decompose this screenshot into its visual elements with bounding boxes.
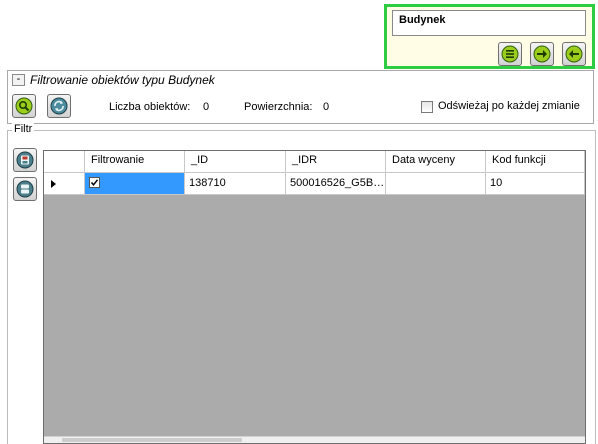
data-grid: Filtrowanie _ID _IDR Data wyceny Kod fun… [43,150,586,444]
filter-group-label: Filtr [12,123,35,135]
previous-button[interactable] [562,42,586,66]
cell-data-wyceny[interactable] [386,173,486,195]
list-button[interactable] [498,42,522,66]
filter-title: Filtrowanie obiektów typu Budynek [30,73,215,87]
check-icon [90,179,99,186]
database-icon [16,180,34,198]
arrow-right-icon [533,45,551,63]
column-header-id[interactable]: _ID [185,151,286,173]
row-selector[interactable] [44,173,85,195]
object-name-text: Budynek [399,14,446,26]
area-label: Powierzchnia: [244,101,313,113]
cell-idr[interactable]: 500016526_G5B… [286,173,386,195]
column-header-data-wyceny[interactable]: Data wyceny [386,151,486,173]
object-name-field[interactable]: Budynek [392,10,586,36]
current-row-icon [51,180,56,188]
next-button[interactable] [530,42,554,66]
count-value: 0 [203,101,210,113]
grid-corner-header [44,151,85,173]
refresh-button[interactable] [47,94,71,118]
refresh-checkbox[interactable] [421,101,433,113]
list-icon [501,45,519,63]
filtrowanie-checkbox[interactable] [89,177,100,188]
refresh-icon [50,97,68,115]
save-icon [16,151,34,169]
scrollbar-thumb[interactable] [62,438,242,442]
column-header-kod-funkcji[interactable]: Kod funkcji [486,151,585,173]
refresh-checkbox-label: Odświeżaj po każdej zmianie [438,100,580,112]
horizontal-scrollbar[interactable] [44,436,585,443]
cell-filtrowanie[interactable] [85,173,185,195]
magnifier-icon [15,97,33,115]
object-panel: Budynek [384,4,595,69]
column-header-idr[interactable]: _IDR [286,151,386,173]
arrow-left-icon [565,45,583,63]
load-filter-button[interactable] [13,177,37,201]
area-value: 0 [323,101,330,113]
count-label: Liczba obiektów: [109,101,191,113]
cell-kod-funkcji[interactable]: 10 [486,173,585,195]
column-header-filtrowanie[interactable]: Filtrowanie [85,151,185,173]
cell-id[interactable]: 138710 [185,173,286,195]
save-filter-button[interactable] [13,148,37,172]
search-button[interactable] [12,94,36,118]
collapse-button[interactable]: - [12,74,25,86]
filter-section: - Filtrowanie obiektów typu Budynek Licz… [7,70,594,124]
